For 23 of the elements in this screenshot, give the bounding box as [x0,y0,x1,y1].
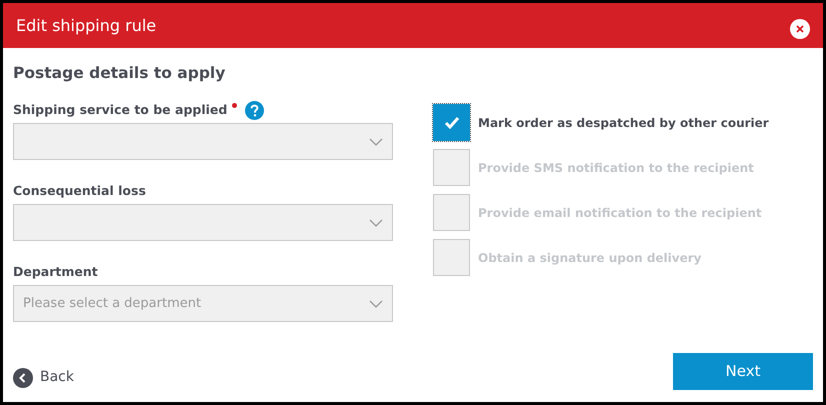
back-link[interactable]: Back [13,367,74,388]
select-field[interactable]: Please select a department [13,285,393,322]
checkbox-label: Provide SMS notification to the recipient [478,160,754,176]
checkbox-label: Obtain a signature upon delivery [478,250,702,266]
select-field[interactable] [13,123,393,160]
field-label: Shipping service to be applied [13,100,228,119]
section-title: Postage details to apply [13,63,226,84]
chevron-down-icon [369,218,383,226]
select-field[interactable] [13,204,393,241]
close-button[interactable] [790,18,810,38]
chevron-left-icon [13,368,33,388]
field-label: Consequential loss [13,182,146,200]
next-button[interactable]: Next [673,353,813,390]
checkbox-label: Provide email notification to the recipient [478,204,762,222]
field-label: Department [13,262,98,281]
close-icon [795,24,805,34]
chevron-down-icon [369,138,383,146]
chevron-down-icon [369,300,383,308]
checkbox-label: Mark order as despatched by other courier [478,114,769,132]
window-title: Edit shipping rule [16,14,156,36]
checkbox[interactable] [433,104,470,141]
help-icon[interactable] [245,100,264,120]
checkmark-icon [444,116,460,129]
